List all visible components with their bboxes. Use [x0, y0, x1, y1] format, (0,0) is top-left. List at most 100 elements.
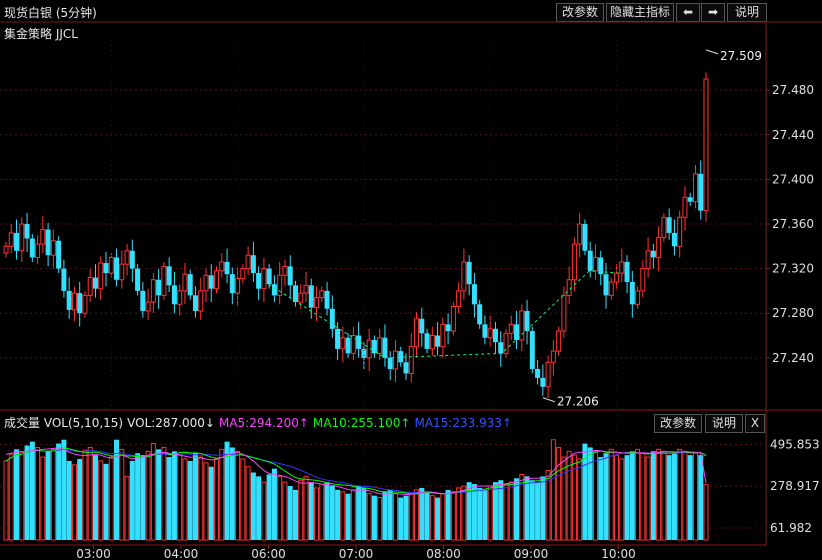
candle-body-up: [98, 262, 104, 290]
volume-bar-down: [24, 445, 30, 540]
candle-body-down: [156, 279, 162, 296]
candle-body-down: [482, 324, 488, 338]
candle-body-up: [319, 290, 325, 299]
volume-bar-down: [603, 453, 609, 540]
volume-bar-up: [619, 458, 625, 541]
volume-bar-up: [82, 449, 88, 541]
candle-body-up: [608, 281, 614, 296]
candle-body-up: [82, 294, 88, 314]
price-chart: 27.480 27.440 27.400 27.360 27.320 27.280 27.2…: [0, 21, 822, 560]
volume-bar-down: [482, 489, 488, 540]
volume-bar-up: [661, 450, 667, 541]
volume-bar-down: [229, 447, 235, 540]
candle-body-up: [245, 254, 251, 270]
volume-bar-up: [408, 493, 414, 541]
volume-bar-down: [92, 455, 98, 540]
volume-bar-down: [335, 489, 341, 540]
candle-body-down: [671, 232, 677, 247]
volume-change-params-button[interactable]: 改参数: [654, 414, 702, 433]
volume-tick-label: 495.853: [770, 437, 820, 451]
volume-bar-up: [235, 450, 241, 541]
candle-body-down: [324, 290, 330, 309]
candle-body-down: [77, 293, 83, 314]
volume-bar-up: [277, 475, 283, 541]
candle-body-up: [203, 274, 209, 292]
price-tick-label: 27.360: [772, 217, 814, 231]
volume-bar-down: [271, 468, 277, 540]
candle-body-down: [587, 250, 593, 271]
volume-bar-down: [471, 484, 477, 540]
candle-body-down: [403, 362, 409, 374]
volume-bar-up: [366, 493, 372, 541]
candle-body-up: [566, 279, 572, 296]
volume-bar-up: [124, 475, 130, 541]
volume-bar-up: [503, 483, 509, 541]
candle-body-down: [192, 295, 198, 311]
volume-bar-down: [256, 476, 262, 540]
volume-bar-up: [87, 446, 93, 541]
candle-body-up: [145, 301, 151, 312]
candle-body-down: [524, 310, 530, 332]
candle-body-down: [45, 229, 51, 256]
volume-bar-down: [361, 487, 367, 540]
volume-bar-up: [240, 458, 246, 541]
candle-body-down: [371, 339, 377, 354]
candle-body-up: [182, 273, 188, 292]
candle-body-up: [461, 261, 467, 292]
volume-bar-up: [303, 475, 309, 541]
candle-body-down: [229, 274, 235, 294]
volume-bar-up: [161, 446, 167, 541]
price-tick-label: 27.440: [772, 128, 814, 142]
volume-bar-up: [414, 489, 420, 541]
volume-bar-up: [203, 462, 209, 541]
volume-bar-down: [629, 451, 635, 540]
volume-bar-up: [98, 460, 104, 541]
volume-bar-down: [424, 491, 430, 540]
candle-body-down: [582, 224, 588, 251]
volume-bar-down: [540, 476, 546, 540]
candle-body-up: [703, 78, 709, 212]
volume-bar-up: [35, 446, 41, 541]
price-tick-label: 27.400: [772, 172, 814, 186]
candle-body-up: [519, 310, 525, 341]
volume-bar-down: [114, 439, 120, 540]
time-tick-label: 07:00: [339, 547, 374, 560]
time-tick-label: 04:00: [164, 547, 199, 560]
volume-header: 成交量 VOL(5,10,15) VOL:287.000↓ MA5:294.200↑…: [4, 414, 516, 431]
candle-body-up: [303, 284, 309, 294]
candle-body-up: [219, 261, 225, 272]
candle-body-up: [340, 337, 346, 350]
candle-body-down: [187, 274, 193, 296]
candle-body-up: [429, 335, 435, 350]
volume-tick-label: 278.917: [770, 479, 820, 493]
volume-bar-down: [135, 453, 141, 540]
price-tick-label: 27.240: [772, 351, 814, 365]
volume-bar-down: [403, 495, 409, 540]
candle-body-up: [619, 261, 625, 274]
time-tick-label: 03:00: [76, 547, 111, 560]
candle-body-up: [71, 292, 77, 311]
time-tick-label: 09:00: [514, 547, 549, 560]
volume-bar-up: [340, 491, 346, 541]
time-tick-label: 06:00: [251, 547, 286, 560]
candle-body-up: [692, 173, 698, 203]
volume-bar-up: [429, 495, 435, 541]
volume-bar-down: [29, 441, 35, 540]
volume-help-button[interactable]: 说明: [705, 414, 743, 433]
candle-body-down: [529, 331, 535, 369]
volume-bar-down: [419, 487, 425, 540]
candle-body-down: [166, 266, 172, 286]
volume-bar-up: [608, 448, 614, 541]
volume-bar-up: [640, 452, 646, 541]
volume-bar-down: [308, 482, 314, 540]
volume-bar-up: [40, 456, 46, 541]
candle-body-up: [214, 270, 220, 290]
candle-body-down: [424, 333, 430, 349]
volume-bar-up: [150, 443, 156, 541]
volume-close-button[interactable]: X: [745, 414, 765, 433]
candle-body-down: [345, 337, 351, 354]
volume-bar-up: [198, 456, 204, 541]
volume-bar-up: [571, 454, 577, 541]
volume-bar-down: [192, 453, 198, 540]
candle-body-down: [308, 285, 314, 308]
